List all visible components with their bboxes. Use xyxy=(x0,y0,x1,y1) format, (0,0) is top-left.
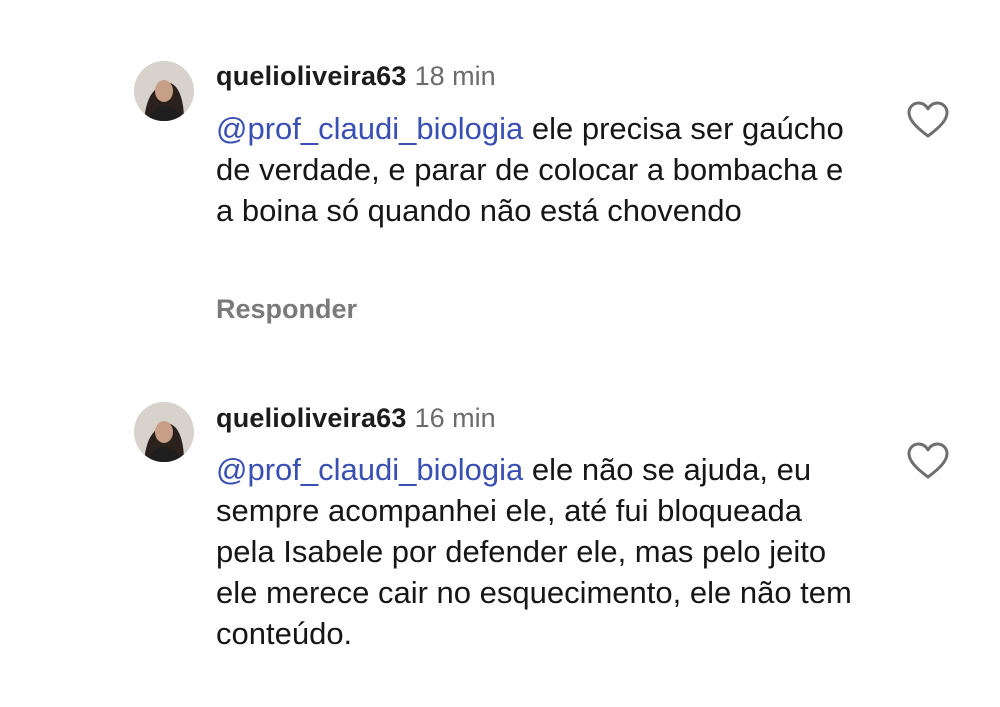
reply-button[interactable]: Responder xyxy=(216,294,357,325)
heart-icon[interactable] xyxy=(906,441,950,481)
heart-icon[interactable] xyxy=(906,100,950,140)
timestamp: 16 min xyxy=(414,403,496,433)
comment-text: @prof_claudi_biologia ele precisa ser ga… xyxy=(216,108,866,231)
mention-link[interactable]: @prof_claudi_biologia xyxy=(216,452,523,487)
comment-meta: quelioliveira63 18 min xyxy=(216,60,496,92)
avatar[interactable] xyxy=(134,61,194,121)
avatar[interactable] xyxy=(134,402,194,462)
username[interactable]: quelioliveira63 xyxy=(216,61,407,91)
comment-meta: quelioliveira63 16 min xyxy=(216,402,496,434)
mention-link[interactable]: @prof_claudi_biologia xyxy=(216,111,523,146)
username[interactable]: quelioliveira63 xyxy=(216,403,407,433)
timestamp: 18 min xyxy=(414,61,496,91)
comment-text: @prof_claudi_biologia ele não se ajuda, … xyxy=(216,449,866,654)
